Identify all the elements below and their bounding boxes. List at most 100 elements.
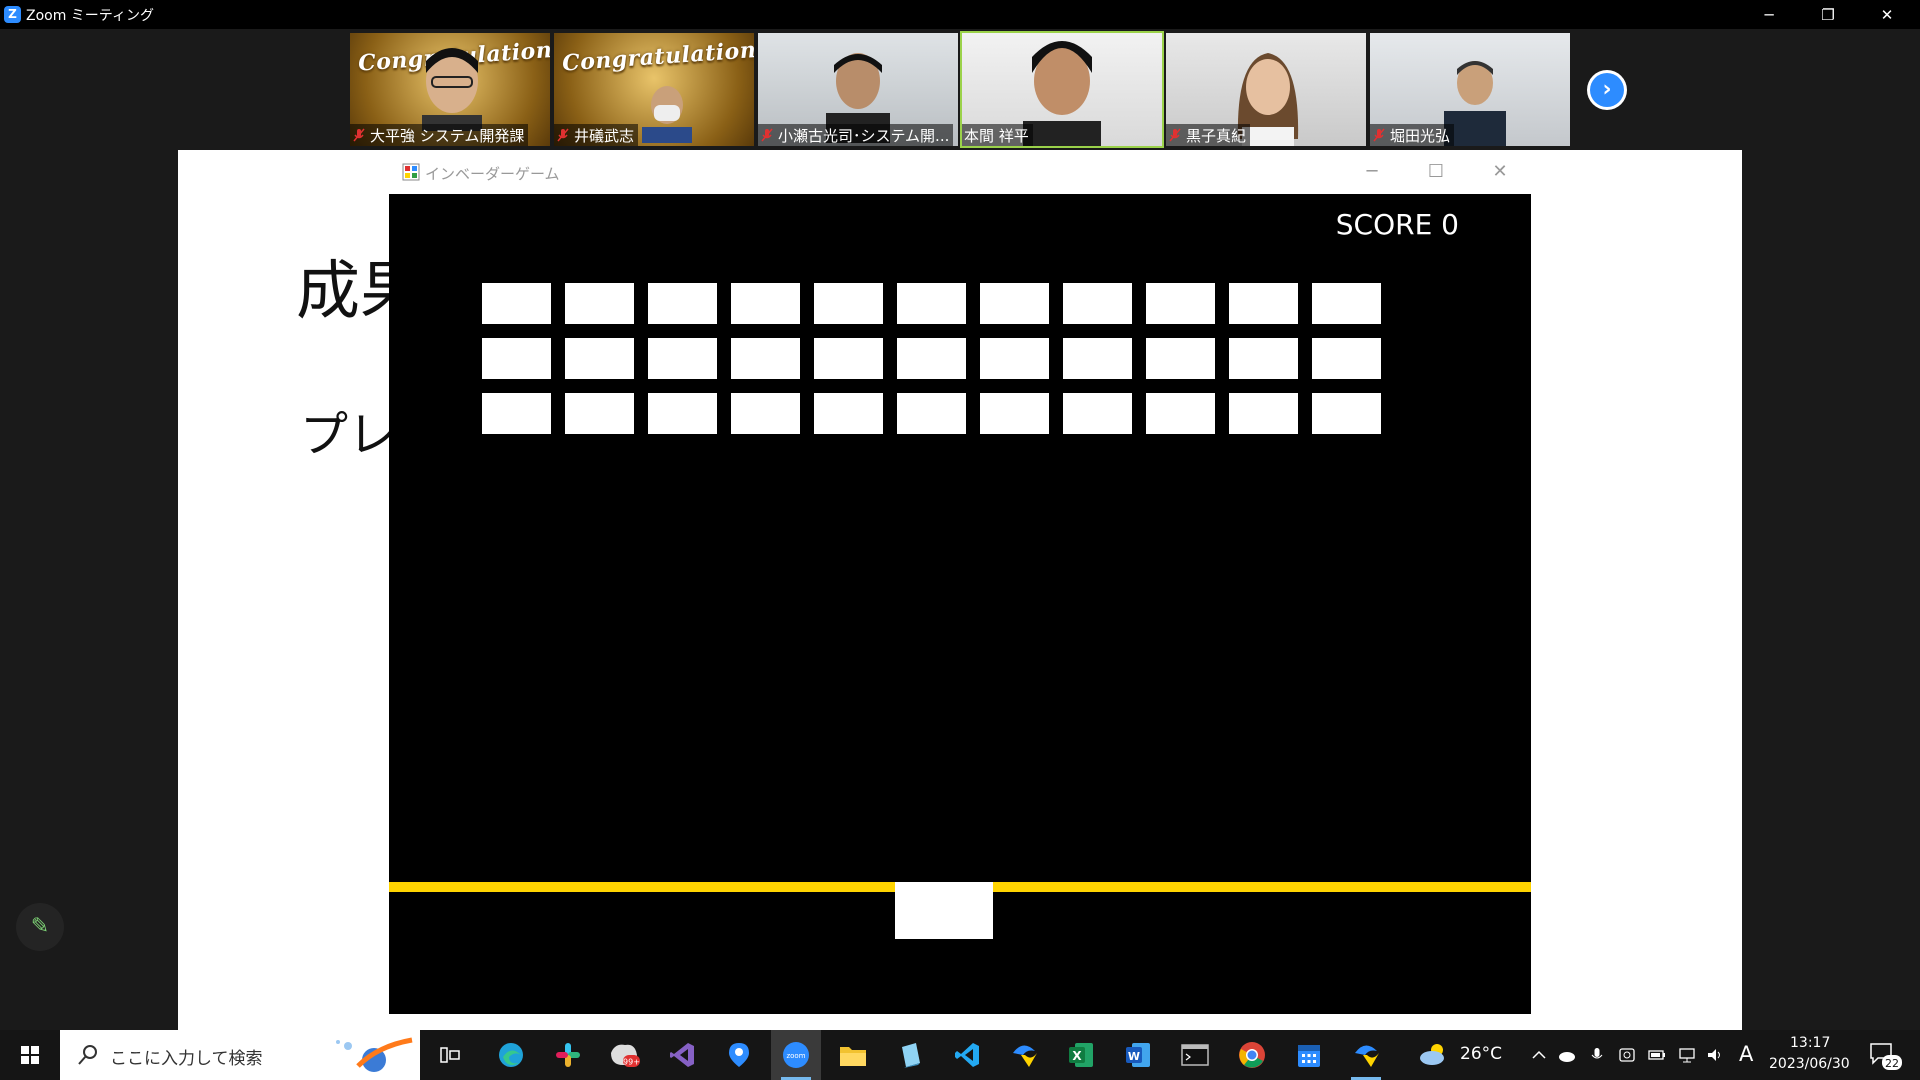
excel-icon[interactable]: X [1056,1030,1106,1080]
search-icon [78,1045,97,1065]
game-close-button[interactable]: ✕ [1480,160,1520,184]
participant-namebar: 小瀬古光司･システム開... [758,124,954,146]
clock-date[interactable]: 2023/06/30 [1769,1056,1850,1072]
participant-tile[interactable]: 堀田光弘 [1370,33,1570,146]
invader-block [814,338,883,379]
participant-namebar: 大平強 システム開発課 [350,124,529,146]
dev-tool-icon[interactable] [999,1030,1049,1080]
invader-block [814,393,883,434]
vscode-icon[interactable] [942,1030,992,1080]
taskbar: ここに入力して検索 99+ zoom X W 26°C A 13:17 2023… [0,1030,1920,1080]
annotate-pencil-button[interactable]: ✎ [16,903,64,951]
file-explorer-icon[interactable] [828,1030,878,1080]
participant-name: 大平強 システム開発課 [370,126,525,145]
onedrive-cloud-icon[interactable] [1558,1047,1576,1063]
invader-block [731,283,800,324]
participant-namebar: 本間 祥平 [962,124,1033,146]
windows-start-icon[interactable] [0,1030,60,1080]
slack-icon[interactable] [543,1030,593,1080]
participant-tile[interactable]: Congratulations! 大平強 システム開発課 [350,33,550,146]
participant-name: 井礒武志 [574,126,635,145]
svg-text:zoom: zoom [786,1052,805,1060]
restore-button[interactable]: ❐ [1799,0,1857,29]
speaker-icon[interactable] [1706,1047,1724,1063]
maps-icon[interactable] [714,1030,764,1080]
mail-icon[interactable]: 99+ [600,1030,650,1080]
notification-center-icon[interactable]: 22 [1868,1040,1904,1072]
participant-namebar: 堀田光弘 [1370,124,1455,146]
notepad-icon[interactable] [885,1030,935,1080]
zoom-logo-icon: Z [4,6,21,23]
invader-block [731,338,800,379]
minimize-button[interactable]: ─ [1740,0,1798,29]
muted-mic-icon [557,128,569,142]
svg-text:X: X [1072,1049,1082,1063]
participant-namebar: 黒子真紀 [1166,124,1251,146]
zoom-taskbar-icon[interactable]: zoom [771,1030,821,1080]
participant-video [422,48,482,131]
invader-block [482,393,551,434]
tool-icon[interactable] [1341,1030,1391,1080]
game-maximize-button[interactable]: ☐ [1416,160,1456,184]
invader-block [980,393,1049,434]
invader-block [1229,283,1298,324]
invader-block [897,283,966,324]
network-icon[interactable] [1678,1047,1696,1063]
player-cannon [895,882,993,939]
calendar-icon[interactable] [1284,1030,1334,1080]
chevron-right-icon: › [1590,73,1624,107]
game-canvas[interactable]: SCORE 0 [389,194,1531,1014]
visual-studio-icon[interactable] [657,1030,707,1080]
weather-temperature[interactable]: 26°C [1460,1044,1502,1064]
security-icon[interactable] [1618,1047,1636,1063]
task-view-icon[interactable] [425,1030,475,1080]
app-icon [402,163,420,181]
weather-cloud-icon[interactable] [1418,1041,1448,1067]
invader-block [897,338,966,379]
game-window-title: インベーダーゲーム [425,165,560,183]
invader-block [1312,338,1381,379]
chrome-icon[interactable] [1227,1030,1277,1080]
invader-block [1312,283,1381,324]
terminal-icon[interactable] [1170,1030,1220,1080]
microphone-icon[interactable] [1588,1047,1606,1063]
battery-icon[interactable] [1648,1047,1666,1063]
window-title: Zoom ミーティング [26,8,154,24]
invader-block [565,338,634,379]
score-display: SCORE 0 [1335,208,1459,241]
invader-block [1146,283,1215,324]
invader-block [1146,338,1215,379]
search-highlight-icon [336,1037,413,1072]
svg-text:W: W [1128,1050,1140,1063]
participant-name: 黒子真紀 [1186,126,1247,145]
participant-name: 小瀬古光司･システム開... [778,126,950,145]
invader-block [980,283,1049,324]
invader-block [897,393,966,434]
congratulations-banner: Congratulations! [561,35,754,77]
participant-tile[interactable]: 黒子真紀 [1166,33,1366,146]
ime-indicator[interactable]: A [1739,1042,1753,1066]
invader-block [648,283,717,324]
invader-block [565,393,634,434]
participant-tile[interactable]: 小瀬古光司･システム開... [758,33,958,146]
muted-mic-icon [761,128,773,142]
invader-block [1312,393,1381,434]
next-participants-button[interactable]: › [1587,70,1627,110]
participant-tile-active-speaker[interactable]: 本間 祥平 [962,33,1162,146]
invader-block [482,338,551,379]
invader-block [980,338,1049,379]
invader-grid [482,283,1381,448]
clock-time[interactable]: 13:17 [1790,1035,1830,1051]
close-button[interactable]: ✕ [1858,0,1916,29]
participant-tile[interactable]: Congratulations! 井礒武志 [554,33,754,146]
word-icon[interactable]: W [1113,1030,1163,1080]
invader-block [648,338,717,379]
taskbar-search-box[interactable]: ここに入力して検索 [60,1030,420,1080]
edge-icon[interactable] [486,1030,536,1080]
game-minimize-button[interactable]: ─ [1352,160,1392,184]
invader-block [482,283,551,324]
chevron-up-icon[interactable] [1530,1047,1548,1063]
notification-count: 22 [1885,1057,1899,1070]
slide-subtitle: プレ [300,407,397,463]
participant-name: 堀田光弘 [1390,126,1451,145]
